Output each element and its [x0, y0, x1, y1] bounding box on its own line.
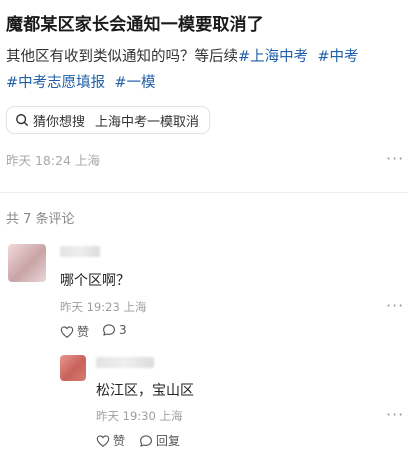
- comment-bubble-icon: [140, 434, 152, 447]
- hashtag-zhongkao[interactable]: #中考: [317, 49, 358, 65]
- search-suggestion-label: 猜你想搜: [33, 114, 86, 130]
- comment-meta: 昨天 19:23 上海: [60, 300, 147, 314]
- comment-count: 共 7 条评论: [6, 212, 75, 227]
- like-label: 赞: [113, 434, 126, 448]
- username-blurred[interactable]: [60, 246, 100, 257]
- section-divider: [0, 192, 408, 193]
- post-body-text: 其他区有收到类似通知的吗？等后续: [6, 49, 238, 65]
- post-body: 其他区有收到类似通知的吗？等后续#上海中考 #中考 #中考志愿填报 #一模: [6, 44, 406, 96]
- like-label: 赞: [77, 325, 90, 339]
- post-more-button[interactable]: ···: [386, 151, 404, 167]
- reply-label: 回复: [156, 434, 181, 448]
- heart-icon: [96, 434, 110, 447]
- hashtag-yimo[interactable]: #一模: [114, 75, 155, 91]
- reply-more-button[interactable]: ···: [386, 407, 404, 423]
- reply-button[interactable]: 回复: [139, 432, 180, 449]
- reply-button[interactable]: 3: [102, 323, 127, 337]
- search-suggestion-chip[interactable]: 猜你想搜 上海中考一模取消: [6, 106, 211, 134]
- comment-text: 哪个区啊？: [60, 273, 130, 289]
- search-icon: [16, 114, 28, 126]
- hashtag-shanghai-zhongkao[interactable]: #上海中考: [238, 49, 308, 65]
- reply-count: 3: [119, 323, 127, 337]
- comment-more-button[interactable]: ···: [386, 298, 404, 314]
- hashtag-zhiyuan-tianbao[interactable]: #中考志愿填报: [6, 75, 105, 91]
- post-meta: 昨天 18:24 上海: [6, 153, 100, 168]
- reply-text: 松江区，宝山区: [96, 383, 194, 399]
- post-title: 魔都某区家长会通知一模要取消了: [6, 15, 264, 35]
- avatar[interactable]: [60, 355, 86, 381]
- avatar[interactable]: [8, 244, 46, 282]
- heart-icon: [60, 325, 74, 338]
- username-blurred[interactable]: [96, 357, 154, 368]
- reply-meta: 昨天 19:30 上海: [96, 409, 183, 423]
- comment-bubble-icon: [103, 324, 115, 336]
- like-button[interactable]: 赞: [60, 323, 89, 340]
- search-suggestion-query: 上海中考一模取消: [95, 114, 200, 130]
- like-button[interactable]: 赞: [96, 432, 125, 449]
